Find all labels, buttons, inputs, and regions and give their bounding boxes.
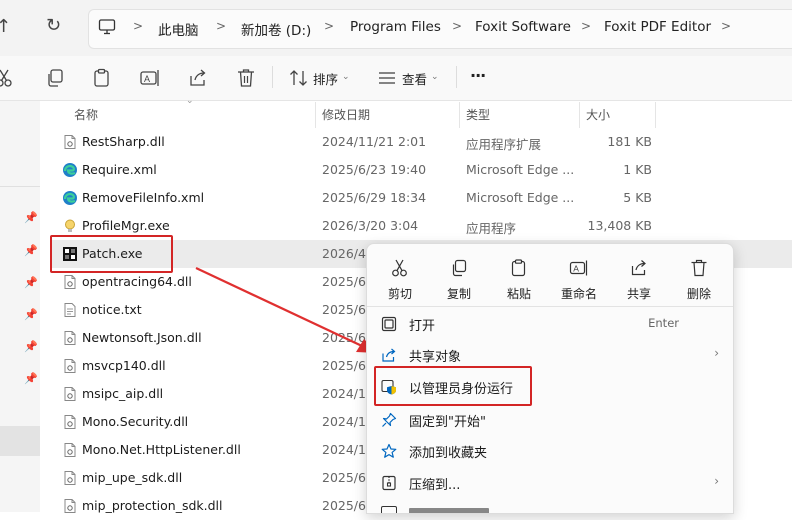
cut-icon xyxy=(392,259,407,277)
chevron-right-icon: › xyxy=(714,346,719,360)
copy-label: 复制 xyxy=(446,287,471,301)
menu-item-pin-to-start[interactable]: 固定到"开始" xyxy=(367,404,733,436)
pin-icon xyxy=(382,412,397,427)
context-copy-button[interactable]: 复制 xyxy=(433,258,485,302)
menu-item-label: 共享对象 xyxy=(409,350,462,365)
paste-icon xyxy=(511,259,526,277)
star-icon xyxy=(381,443,397,458)
context-paste-button[interactable]: 粘贴 xyxy=(493,258,545,302)
highlight-patch-exe xyxy=(50,235,173,273)
shortcut-label: Enter xyxy=(648,316,679,330)
truncated-menu-label xyxy=(409,508,489,513)
context-share-button[interactable]: 共享 xyxy=(613,258,665,302)
context-cut-button[interactable]: 剪切 xyxy=(374,258,426,302)
share-icon xyxy=(631,260,646,276)
delete-icon xyxy=(691,259,707,277)
svg-text:A: A xyxy=(573,264,579,274)
menu-item-label: 固定到"开始" xyxy=(409,415,486,430)
menu-divider xyxy=(367,306,733,307)
chevron-right-icon: › xyxy=(714,474,719,488)
cut-label: 剪切 xyxy=(387,287,412,301)
share-icon xyxy=(382,348,396,362)
paste-label: 粘贴 xyxy=(506,287,531,301)
highlight-run-as-admin xyxy=(374,366,532,406)
menu-item-add-to-favorites[interactable]: 添加到收藏夹 xyxy=(367,435,733,467)
delete-label: 删除 xyxy=(686,287,711,301)
menu-item-open[interactable]: 打开 Enter xyxy=(367,308,733,340)
menu-item-label: 打开 xyxy=(409,319,436,334)
menu-item-compress-to[interactable]: 压缩到... › xyxy=(367,467,733,499)
menu-item-label: 压缩到... xyxy=(409,478,461,493)
rename-label: 重命名 xyxy=(560,287,597,301)
context-delete-button[interactable]: 删除 xyxy=(673,258,725,302)
zip-archive-icon xyxy=(382,475,396,491)
open-icon xyxy=(381,316,397,332)
rename-icon: A xyxy=(569,260,588,276)
copy-icon xyxy=(452,259,467,277)
context-rename-button[interactable]: A 重命名 xyxy=(553,258,605,302)
share-label: 共享 xyxy=(626,287,651,301)
menu-item-label: 添加到收藏夹 xyxy=(409,446,488,461)
